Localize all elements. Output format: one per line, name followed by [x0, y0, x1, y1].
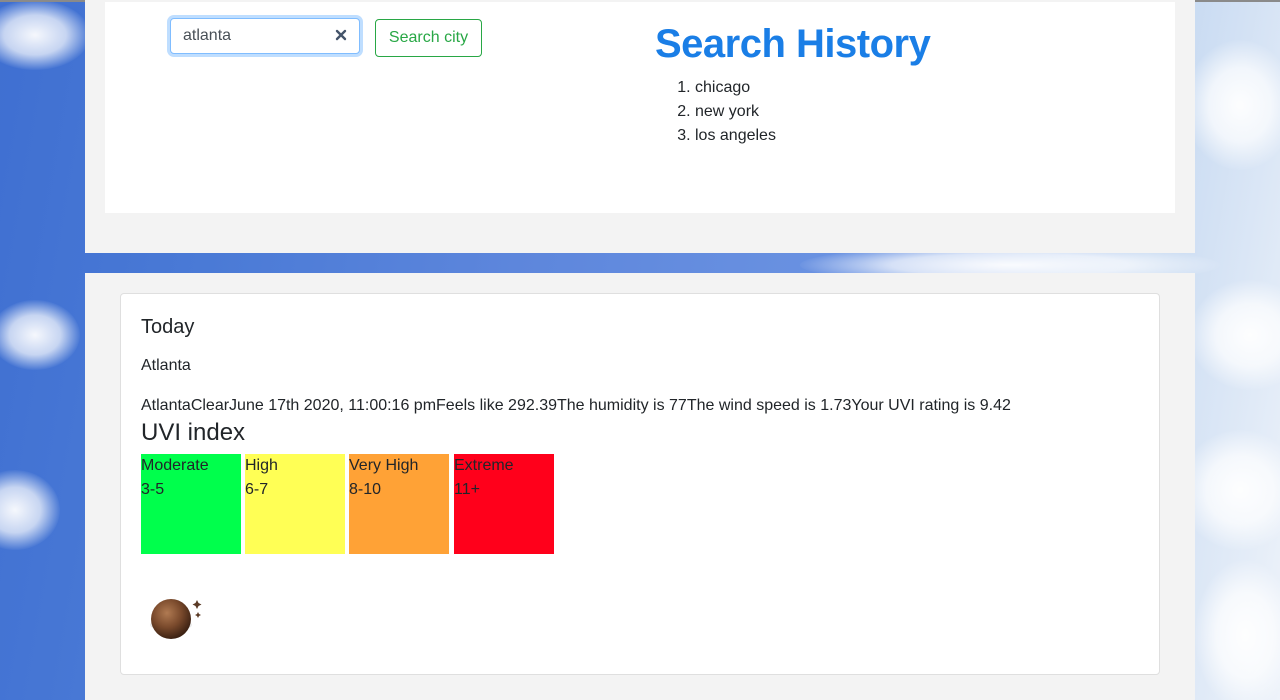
uvi-level-range: 3-5 [141, 481, 165, 498]
weather-details: AtlantaClearJune 17th 2020, 11:00:16 pmF… [141, 397, 1011, 414]
uvi-level-range: 6-7 [245, 481, 269, 498]
uvi-level-label: Extreme [454, 457, 514, 474]
uvi-level-very-high: Very High 8-10 [349, 454, 449, 554]
history-item[interactable]: new york [695, 100, 776, 124]
background-cloud [1195, 560, 1280, 700]
background-cloud [0, 300, 80, 370]
background-cloud [1190, 280, 1280, 390]
search-city-button[interactable]: Search city [375, 19, 482, 57]
background-cloud [1185, 40, 1280, 170]
today-card: Today Atlanta AtlantaClearJune 17th 2020… [120, 293, 1160, 675]
uvi-level-extreme: Extreme 11+ [454, 454, 554, 554]
uvi-level-label: Moderate [141, 457, 209, 474]
background-cloud [0, 0, 90, 70]
uvi-level-range: 8-10 [349, 481, 382, 498]
uvi-level-moderate: Moderate 3-5 [141, 454, 241, 554]
search-input-field[interactable] [183, 19, 323, 53]
history-item[interactable]: chicago [695, 76, 776, 100]
uvi-level-high: High 6-7 [245, 454, 345, 554]
background-cloud [0, 470, 60, 550]
today-title: Today [141, 316, 195, 338]
clear-icon[interactable] [333, 27, 349, 43]
uvi-level-label: Very High [349, 457, 419, 474]
weather-panel: Today Atlanta AtlantaClearJune 17th 2020… [85, 273, 1195, 700]
clear-night-moon-icon [150, 599, 202, 639]
uvi-index-title: UVI index [141, 419, 246, 446]
history-item[interactable]: los angeles [695, 124, 776, 148]
search-panel: Search city Search History chicago new y… [85, 0, 1195, 253]
uvi-level-label: High [245, 457, 278, 474]
search-panel-inner: Search city Search History chicago new y… [105, 2, 1175, 213]
search-history-title: Search History [655, 22, 931, 66]
search-input[interactable] [170, 18, 360, 54]
city-name: Atlanta [141, 357, 191, 374]
background-cloud [1180, 430, 1280, 550]
search-history-list: chicago new york los angeles [655, 76, 776, 148]
uvi-level-range: 11+ [454, 481, 480, 498]
